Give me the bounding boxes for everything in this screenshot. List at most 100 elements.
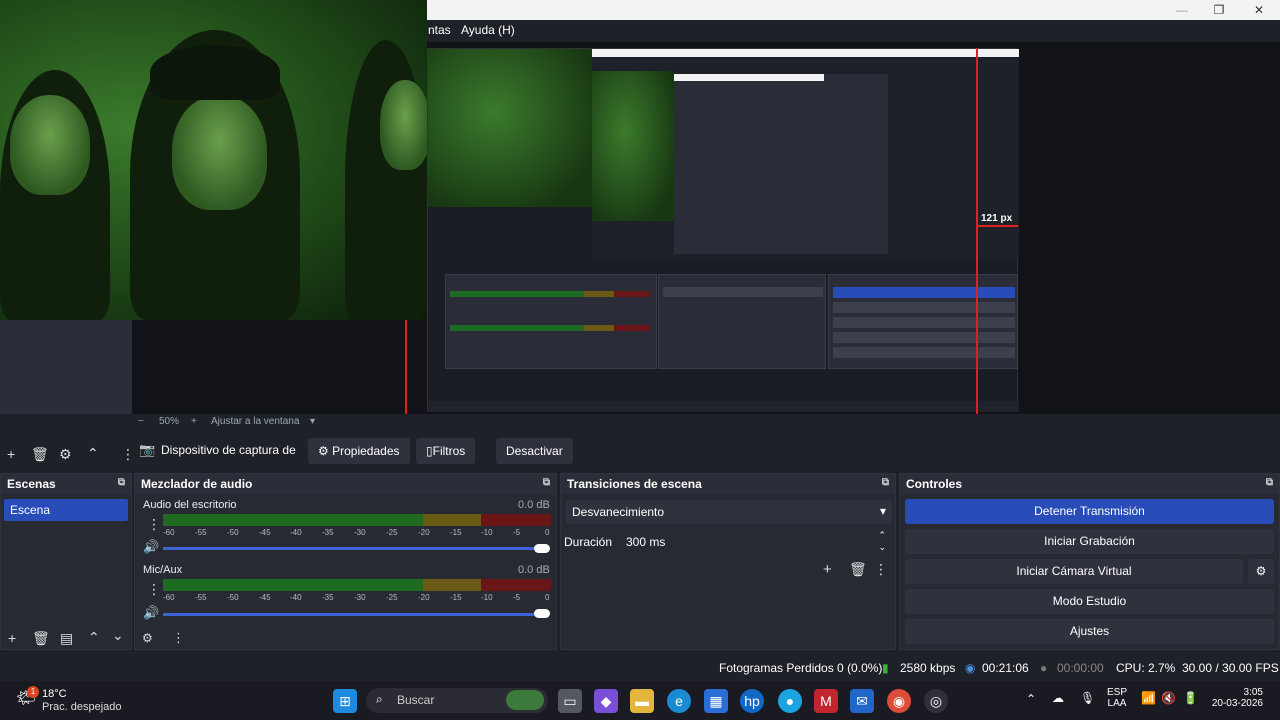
meter-tick: -30 [354,593,366,602]
more-icon[interactable]: ⋮ [874,561,888,578]
zoom-dropdown-icon[interactable]: ▾ [310,416,315,427]
chrome-icon[interactable]: ◉ [887,689,911,713]
spin-down-icon[interactable]: ⌄ [878,542,886,553]
onedrive-icon[interactable]: ☁ [1052,691,1064,705]
chevron-up-icon[interactable]: ⌃ [88,629,100,646]
meter-tick: 0 [545,528,550,537]
gear-icon[interactable]: ⚙ [59,446,72,463]
search-highlight-icon [506,690,544,710]
zoom-out-button[interactable]: − [138,416,144,427]
battery-icon[interactable]: 🔋 [1183,691,1198,705]
clock-date: 20-03-2026 [1211,698,1263,709]
filter-icon[interactable]: ▤ [60,630,73,647]
camera-icon: 📷 [139,442,156,457]
transition-selected: Desvanecimiento [572,505,665,519]
meter-tick: -25 [386,593,398,602]
controls-title: Controles ⧉ [900,474,1279,494]
meter-tick: -40 [290,528,302,537]
spin-up-icon[interactable]: ⌃ [878,530,886,541]
chevron-up-icon[interactable]: ⌃ [1026,692,1036,706]
webcam-overlay [0,0,427,320]
weather-badge: 1 [27,686,39,698]
lang-line-2: LAA [1107,698,1127,709]
meter-tick: -45 [259,528,271,537]
meter-tick: -55 [195,593,207,602]
measure-guide-left [405,320,407,414]
more-icon[interactable]: ⋮ [172,630,185,646]
maximize-button[interactable]: ❐ [1199,0,1239,20]
menu-item-help[interactable]: Ayuda (H) [461,23,515,37]
mic-icon[interactable]: 🎙 [1080,691,1095,705]
start-virtual-camera-button[interactable]: Iniciar Cámara Virtual [905,559,1243,584]
studio-mode-button[interactable]: Modo Estudio [905,589,1274,614]
volume-knob-mic[interactable] [534,609,550,618]
mcafee-icon[interactable]: M [814,689,838,713]
hp-icon[interactable]: hp [740,689,764,713]
meter-tick: -35 [322,593,334,602]
volume-muted-icon[interactable]: 🔇 [1161,691,1176,705]
add-icon[interactable]: + [8,630,16,646]
search-placeholder: Buscar [397,693,435,707]
file-explorer-icon[interactable]: ▬ [630,689,654,713]
weather-desc: Prac. despejado [42,701,122,713]
stop-stream-button[interactable]: Detener Transmisión [905,499,1274,524]
gears-icon[interactable]: ⚙ [142,631,153,645]
menu-item-windows[interactable]: ntas [428,23,451,37]
clock[interactable]: 3:05 20-03-2026 [1205,687,1263,709]
wifi-icon[interactable]: 📶 [1141,691,1156,705]
add-icon[interactable]: + [823,561,832,578]
store-icon[interactable]: ▦ [704,689,728,713]
chevron-down-icon: ▾ [879,504,886,518]
trash-icon[interactable]: 🗑 [32,630,50,647]
audio-mixer-dock: Mezclador de audio ⧉ Audio del escritorio… [134,473,557,650]
taskbar-search[interactable]: ⌕ Buscar [366,688,548,713]
measure-label: 121 px [981,213,1013,224]
task-view-icon[interactable]: ▭ [558,689,582,713]
filter-icon: ▯ [426,444,433,458]
settings-button[interactable]: Ajustes [905,619,1274,644]
meter-tick: -60 [163,528,175,537]
close-button[interactable]: ✕ [1239,0,1279,20]
volume-slider-desktop[interactable] [163,547,545,550]
virtual-camera-settings-button[interactable]: ⚙ [1248,559,1274,584]
measure-guide-horizontal [976,225,1018,227]
chevron-down-icon[interactable]: ⌄ [112,627,124,644]
zoom-in-button[interactable]: + [191,416,197,427]
float-icon: ⧉ [117,477,125,488]
chevron-up-icon[interactable]: ⌃ [87,445,99,462]
minimize-button[interactable]: — [1162,0,1202,20]
windows-taskbar: 🌤 1 18°C Prac. despejado ⊞ ▭ ◆ ▬ e ▦ hp … [0,681,1280,720]
duration-input[interactable]: 300 ms ⌃ ⌄ [620,530,892,554]
edge-icon[interactable]: e [667,689,691,713]
trash-icon[interactable]: 🗑 [31,446,49,463]
filters-button[interactable]: ▯Filtros [416,438,476,464]
volume-slider-mic[interactable] [163,613,545,616]
meter-tick: -10 [481,528,493,537]
more-icon[interactable]: ⋮ [147,516,161,533]
deactivate-button[interactable]: Desactivar [496,438,573,464]
speaker-icon[interactable]: 🔊 [143,539,159,555]
volume-meter-desktop [163,514,551,526]
copilot-icon[interactable]: ◆ [594,689,618,713]
obs-icon[interactable]: ◎ [924,689,948,713]
app-icon[interactable]: ● [778,689,802,713]
speaker-icon[interactable]: 🔊 [143,605,159,621]
mail-icon[interactable]: ✉ [850,689,874,713]
volume-knob-desktop[interactable] [534,544,550,553]
trash-icon[interactable]: 🗑 [849,561,867,578]
scene-item[interactable]: Escena [4,499,128,521]
dropped-frames: Fotogramas Perdidos 0 (0.0%) [719,661,883,675]
more-icon[interactable]: ⋮ [147,581,161,598]
start-icon[interactable]: ⊞ [333,689,357,713]
transition-select[interactable]: Desvanecimiento ▾ [566,500,892,524]
nested-preview [427,48,1019,412]
add-icon[interactable]: + [7,446,15,462]
properties-button[interactable]: ⚙ Propiedades [308,438,410,464]
meter-tick: -35 [322,528,334,537]
signal-icon: ▮ [882,661,889,675]
status-bar: Fotogramas Perdidos 0 (0.0%) ▮ 2580 kbps… [0,655,1280,681]
clock-time: 3:05 [1243,687,1263,698]
language-indicator[interactable]: ESP LAA [1102,687,1132,709]
zoom-fit-label[interactable]: Ajustar a la ventana [211,416,299,427]
start-recording-button[interactable]: Iniciar Grabación [905,529,1274,554]
